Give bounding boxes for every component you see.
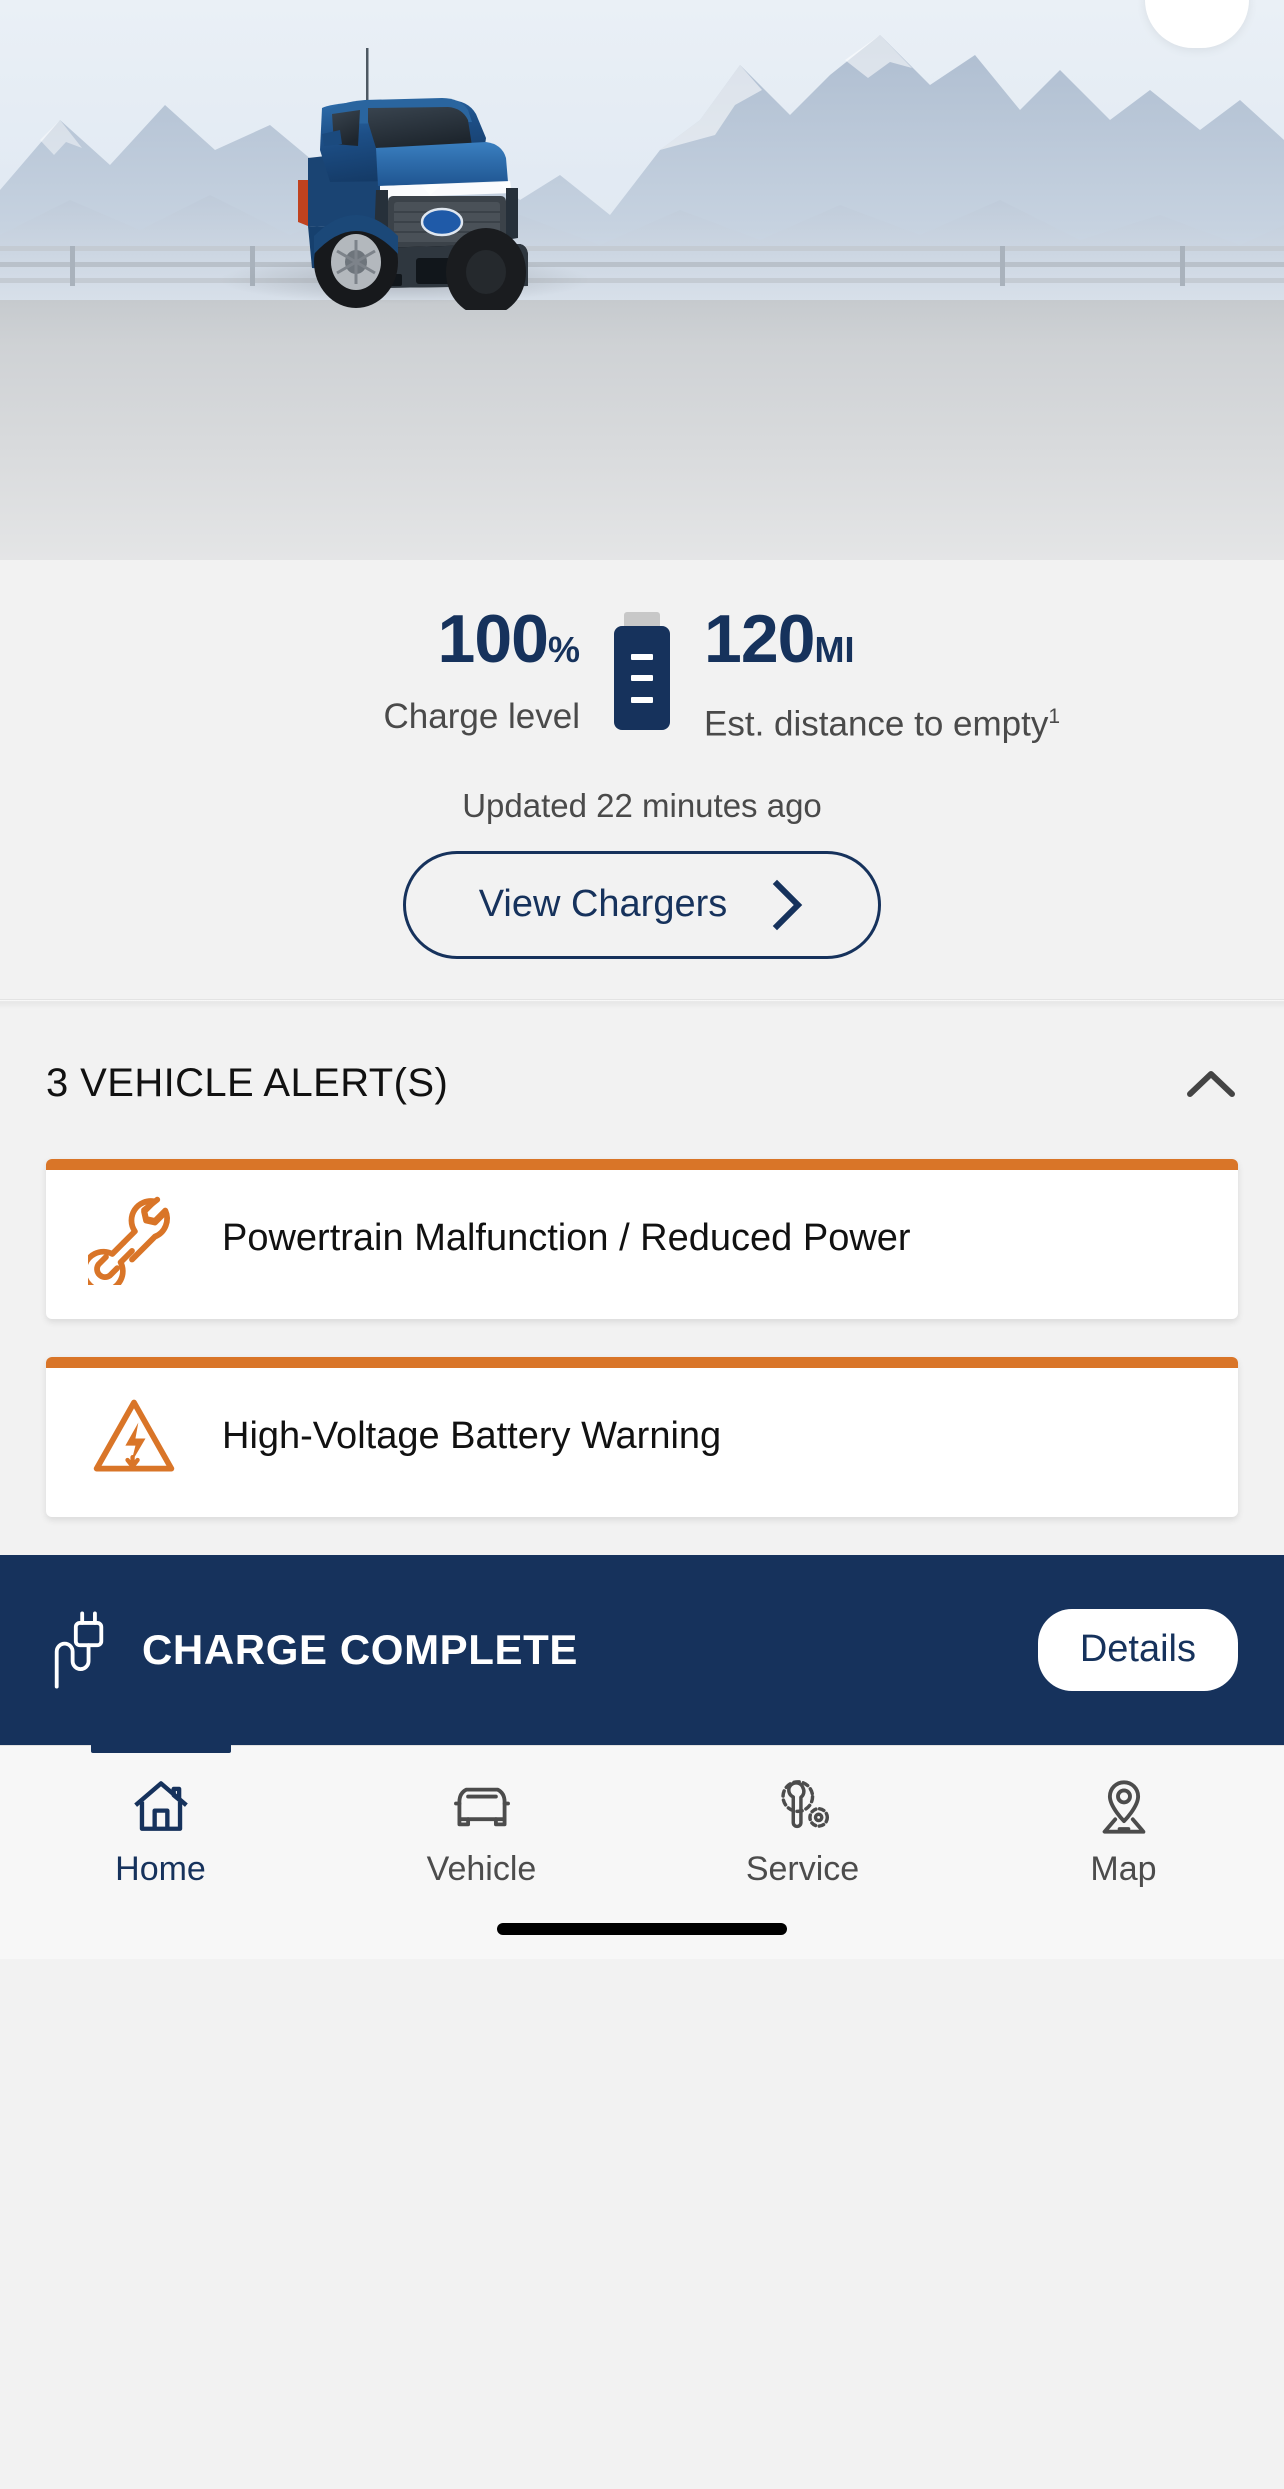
charge-level-value: 100% bbox=[194, 605, 580, 683]
app-screen: 100% Charge level 120MI Est. distance to… bbox=[0, 0, 1284, 2489]
alert-card[interactable]: High-Voltage Battery Warning bbox=[46, 1356, 1238, 1517]
map-pin-icon bbox=[1094, 1776, 1154, 1838]
range-number: 120 bbox=[704, 601, 815, 677]
range-unit: MI bbox=[814, 629, 855, 670]
vehicle-hero-image bbox=[0, 0, 1284, 560]
bottom-navigation-bar: Home Vehicle Service Map bbox=[0, 1744, 1284, 1959]
alert-text: Powertrain Malfunction / Reduced Power bbox=[222, 1217, 911, 1260]
home-indicator-bar bbox=[497, 1922, 787, 1935]
truck-illustration bbox=[180, 30, 620, 316]
chevron-up-icon[interactable] bbox=[1184, 1066, 1238, 1102]
view-chargers-label: View Chargers bbox=[478, 883, 728, 926]
vehicle-status-panel: 100% Charge level 120MI Est. distance to… bbox=[0, 560, 1284, 999]
range-label: Est. distance to empty1 bbox=[704, 695, 1090, 747]
ground-surface bbox=[0, 300, 1284, 560]
battery-tick bbox=[631, 675, 653, 681]
range-label-line1: Est. distance to bbox=[704, 704, 944, 744]
last-updated-text: Updated 22 minutes ago bbox=[462, 786, 822, 824]
alerts-title: 3 VEHICLE ALERT(S) bbox=[46, 1061, 449, 1106]
range-label-line2: empty bbox=[953, 704, 1049, 744]
nav-item-home[interactable]: Home bbox=[0, 1744, 321, 1959]
battery-body bbox=[614, 626, 670, 730]
nav-label-service: Service bbox=[745, 1849, 860, 1888]
wrench-icon bbox=[46, 1193, 222, 1285]
charge-details-button[interactable]: Details bbox=[1037, 1608, 1238, 1691]
nav-label-map: Map bbox=[1090, 1849, 1157, 1888]
range-value: 120MI bbox=[704, 605, 1090, 683]
nav-label-vehicle: Vehicle bbox=[426, 1849, 537, 1888]
alerts-header[interactable]: 3 VEHICLE ALERT(S) bbox=[46, 1009, 1238, 1159]
active-tab-indicator bbox=[90, 1744, 231, 1753]
status-metrics: 100% Charge level 120MI Est. distance to… bbox=[0, 605, 1284, 747]
charge-status-label: CHARGE COMPLETE bbox=[142, 1625, 579, 1673]
charge-level-label: Charge level bbox=[383, 697, 581, 736]
charge-level-number: 100 bbox=[437, 601, 549, 677]
nav-label-home: Home bbox=[115, 1849, 206, 1888]
charging-plug-icon bbox=[54, 1611, 104, 1689]
section-divider bbox=[0, 998, 1284, 1009]
battery-full-icon bbox=[614, 612, 670, 730]
service-wrench-gear-icon bbox=[770, 1776, 836, 1838]
range-footnote-marker: 1 bbox=[1048, 705, 1061, 728]
charge-level-metric: 100% Charge level bbox=[194, 605, 614, 739]
car-icon bbox=[449, 1776, 515, 1838]
battery-tick bbox=[631, 653, 653, 660]
battery-tick bbox=[631, 696, 653, 703]
charge-level-unit: % bbox=[547, 629, 580, 670]
vehicle-alerts-section: 3 VEHICLE ALERT(S) Powertrain Malfunctio… bbox=[0, 1008, 1284, 1517]
chevron-right-icon bbox=[773, 879, 803, 930]
warning-triangle-bolt-icon bbox=[46, 1391, 222, 1483]
home-icon bbox=[130, 1776, 192, 1838]
range-metric: 120MI Est. distance to empty1 bbox=[670, 605, 1090, 747]
battery-cap bbox=[624, 612, 660, 626]
nav-item-map[interactable]: Map bbox=[963, 1746, 1284, 1959]
view-chargers-button[interactable]: View Chargers bbox=[403, 850, 881, 959]
alert-text: High-Voltage Battery Warning bbox=[222, 1415, 722, 1458]
alert-card[interactable]: Powertrain Malfunction / Reduced Power bbox=[46, 1158, 1238, 1319]
charge-status-banner: CHARGE COMPLETE Details bbox=[0, 1554, 1284, 1745]
